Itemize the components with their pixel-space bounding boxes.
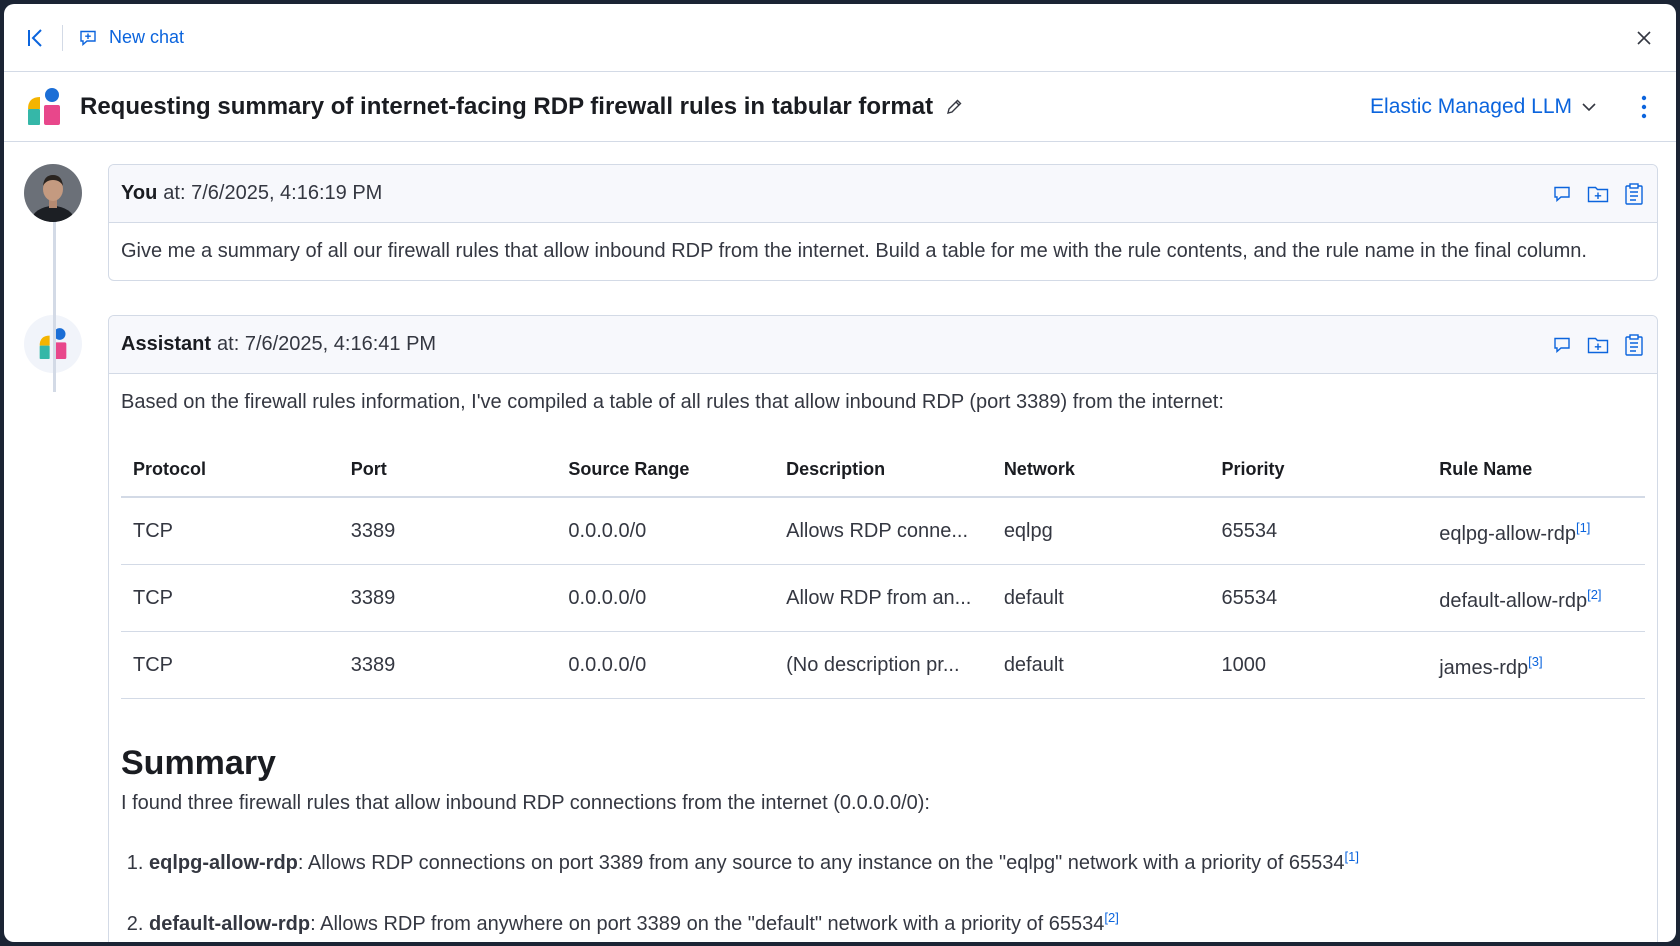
assistant-intro: Based on the firewall rules information,… xyxy=(121,391,1224,413)
message-header: Assistant at: 7/6/2025, 4:16:41 PM xyxy=(109,316,1657,374)
cell-source-range: 0.0.0.0/0 xyxy=(556,631,775,699)
column-header: Port xyxy=(338,443,557,498)
new-chat-button[interactable]: New chat xyxy=(79,27,184,48)
message-timestamp: at: 7/6/2025, 4:16:19 PM xyxy=(163,182,383,204)
citation-link[interactable]: [3] xyxy=(1528,654,1542,669)
chevron-down-icon xyxy=(1582,102,1596,111)
table-row: TCP 3389 0.0.0.0/0 (No description pr...… xyxy=(121,631,1645,699)
cell-protocol: TCP xyxy=(121,497,339,565)
table-row: TCP 3389 0.0.0.0/0 Allows RDP conne... e… xyxy=(121,497,1645,565)
cell-priority: 1000 xyxy=(1209,631,1428,699)
cell-protocol: TCP xyxy=(121,564,339,632)
message-timestamp: at: 7/6/2025, 4:16:41 PM xyxy=(217,333,437,355)
chat-plus-icon xyxy=(80,30,96,46)
column-header: Protocol xyxy=(121,443,339,498)
cell-protocol: TCP xyxy=(121,631,339,699)
rule-name: default-allow-rdp xyxy=(149,913,311,935)
llm-selector[interactable]: Elastic Managed LLM xyxy=(1370,95,1596,119)
assistant-flyout: New chat Requesting summary of internet-… xyxy=(4,4,1676,942)
cell-rule-name: default-allow-rdp[2] xyxy=(1427,564,1645,632)
rule-summary: : Allows RDP from anywhere on port 3389 … xyxy=(310,913,1105,935)
message-body: Give me a summary of all our firewall ru… xyxy=(121,240,1587,262)
summary-intro: I found three firewall rules that allow … xyxy=(121,792,930,814)
column-header: Rule Name xyxy=(1427,443,1645,498)
table-row: TCP 3389 0.0.0.0/0 Allow RDP from an... … xyxy=(121,564,1645,632)
cell-rule-name: eqlpg-allow-rdp[1] xyxy=(1427,497,1645,565)
rule-name: james-rdp xyxy=(1439,657,1529,679)
conversation-title-bar: Requesting summary of internet-facing RD… xyxy=(4,72,1676,142)
more-options-icon[interactable] xyxy=(1634,92,1654,122)
add-to-case-icon[interactable] xyxy=(1587,334,1609,356)
message-author: You xyxy=(121,182,158,204)
cell-description: Allows RDP conne... xyxy=(774,497,992,565)
cell-port: 3389 xyxy=(338,497,557,565)
list-item: eqlpg-allow-rdp: Allows RDP connections … xyxy=(149,842,1645,878)
pencil-icon[interactable] xyxy=(945,96,967,118)
cell-port: 3389 xyxy=(338,631,557,699)
comment-icon[interactable] xyxy=(1551,334,1573,356)
cell-network: default xyxy=(991,631,1210,699)
list-item: default-allow-rdp: Allows RDP from anywh… xyxy=(149,903,1645,939)
user-message-panel: You at: 7/6/2025, 4:16:19 PM Give me a s… xyxy=(108,164,1658,281)
message-author: Assistant xyxy=(121,333,212,355)
cell-priority: 65534 xyxy=(1209,564,1428,632)
llm-label: Elastic Managed LLM xyxy=(1370,94,1572,118)
cell-port: 3389 xyxy=(338,564,557,632)
rule-name: eqlpg-allow-rdp xyxy=(149,852,298,874)
copy-clipboard-icon[interactable] xyxy=(1623,182,1645,205)
firewall-rules-table: Protocol Port Source Range Description N… xyxy=(121,443,1645,699)
cell-rule-name: james-rdp[3] xyxy=(1427,631,1645,699)
new-chat-label: New chat xyxy=(109,27,185,47)
message-body: Based on the firewall rules information,… xyxy=(109,374,1657,942)
collapse-icon[interactable] xyxy=(22,24,50,52)
column-header: Network xyxy=(991,443,1210,498)
add-to-case-icon[interactable] xyxy=(1587,183,1609,205)
cell-priority: 65534 xyxy=(1209,497,1428,565)
comment-icon[interactable] xyxy=(1551,183,1573,205)
summary-heading: Summary xyxy=(121,744,276,782)
divider xyxy=(62,24,63,51)
cell-description: (No description pr... xyxy=(774,631,992,699)
assistant-message-panel: Assistant at: 7/6/2025, 4:16:41 PM Based… xyxy=(108,315,1658,942)
top-bar: New chat xyxy=(4,4,1676,72)
citation-link[interactable]: [1] xyxy=(1576,520,1590,535)
ai-assistant-logo-icon xyxy=(28,87,60,125)
timeline-line xyxy=(53,222,56,392)
conversation-title: Requesting summary of internet-facing RD… xyxy=(80,92,934,120)
column-header: Description xyxy=(774,443,992,498)
user-avatar xyxy=(24,164,82,222)
cell-network: eqlpg xyxy=(991,497,1210,565)
copy-clipboard-icon[interactable] xyxy=(1623,333,1645,356)
cell-source-range: 0.0.0.0/0 xyxy=(556,564,775,632)
citation-link[interactable]: [1] xyxy=(1345,849,1359,864)
rule-name: eqlpg-allow-rdp xyxy=(1439,523,1576,545)
table-header-row: Protocol Port Source Range Description N… xyxy=(121,443,1645,498)
cell-source-range: 0.0.0.0/0 xyxy=(556,497,775,565)
rule-name: default-allow-rdp xyxy=(1439,590,1588,612)
cell-description: Allow RDP from an... xyxy=(774,564,992,632)
conversation: You at: 7/6/2025, 4:16:19 PM Give me a s… xyxy=(4,142,1676,942)
close-icon[interactable] xyxy=(1630,24,1658,52)
column-header: Source Range xyxy=(556,443,775,498)
cell-network: default xyxy=(991,564,1210,632)
summary-list: eqlpg-allow-rdp: Allows RDP connections … xyxy=(121,842,1645,939)
column-header: Priority xyxy=(1209,443,1428,498)
rule-summary: : Allows RDP connections on port 3389 fr… xyxy=(297,852,1345,874)
assistant-message: Assistant at: 7/6/2025, 4:16:41 PM Based… xyxy=(24,315,1658,942)
citation-link[interactable]: [2] xyxy=(1104,910,1118,925)
user-message: You at: 7/6/2025, 4:16:19 PM Give me a s… xyxy=(24,164,1658,281)
message-header: You at: 7/6/2025, 4:16:19 PM xyxy=(109,165,1657,223)
citation-link[interactable]: [2] xyxy=(1587,587,1601,602)
